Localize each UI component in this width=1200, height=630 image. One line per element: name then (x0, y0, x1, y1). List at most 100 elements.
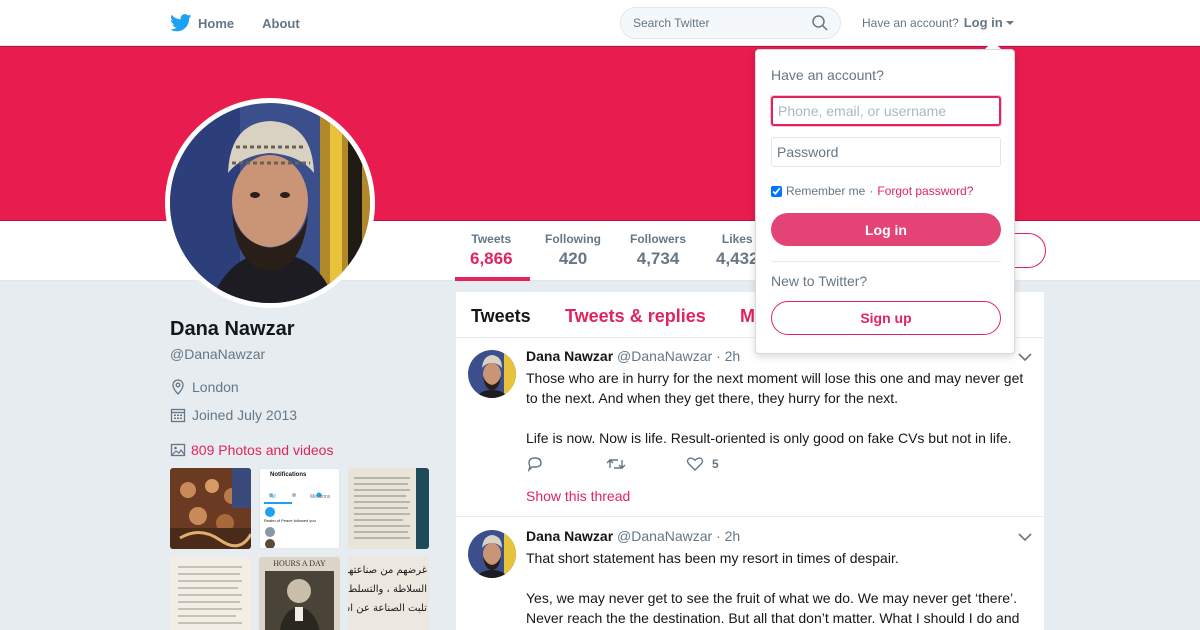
tab-media[interactable]: M (740, 306, 755, 327)
avatar-photo (170, 103, 370, 303)
tab-tweets[interactable]: Tweets (471, 306, 531, 327)
remember-row: Remember me · Forgot password? (771, 184, 973, 198)
retweet-button[interactable] (606, 456, 686, 472)
thumb-avatar (265, 527, 275, 537)
thumb-arabic-text: غرضهم من صناعتهم الشر السلاطة ، والتسلط … (348, 561, 427, 618)
location-pin-icon (172, 379, 184, 395)
login-dropdown: Have an account? Remember me · Forgot pa… (755, 49, 1015, 354)
thumb-arabic-line: تلبت الصناعة عن است (348, 603, 427, 614)
tweet-text: Those who are in hurry for the next mome… (526, 368, 1036, 468)
profile-location: London (170, 379, 239, 395)
stat-tweets[interactable]: Tweets 6,866 (470, 232, 513, 269)
remember-checkbox[interactable] (771, 185, 782, 197)
tweet-paragraph: Those who are in hurry for the next mome… (526, 370, 1024, 406)
tweet-timestamp[interactable]: · 2h (716, 348, 740, 364)
tweet-author-name[interactable]: Dana Nawzar (526, 528, 613, 544)
tweet-author-name[interactable]: Dana Nawzar (526, 348, 613, 364)
photos-count-text: 809 Photos and videos (191, 442, 334, 458)
calendar-icon (170, 408, 186, 423)
login-toggle[interactable]: Log in (964, 15, 1014, 30)
remember-label[interactable]: Remember me (786, 184, 865, 198)
media-thumbnail[interactable] (170, 468, 251, 549)
tweet-text: That short statement has been my resort … (526, 548, 1038, 630)
stat-label: Likes (721, 232, 753, 246)
stat-value: 4,734 (636, 249, 680, 268)
profile-joined: Joined July 2013 (170, 407, 297, 423)
search-icon[interactable] (812, 15, 828, 31)
new-to-twitter-text: New to Twitter? (771, 273, 868, 289)
image-icon (170, 443, 186, 457)
profile-handle[interactable]: @DanaNawzar (170, 346, 265, 362)
media-thumbnail[interactable] (348, 468, 429, 549)
tweet-avatar[interactable] (468, 530, 516, 578)
forgot-password-link[interactable]: Forgot password? (877, 184, 973, 198)
signup-button[interactable]: Sign up (771, 301, 1001, 335)
heart-icon (686, 457, 704, 471)
like-count: 5 (712, 457, 719, 471)
thumb-notifications-icons (266, 485, 336, 498)
thumb-arabic-line: غرضهم من صناعتهم الشر (348, 565, 427, 576)
thumb-tab-all: All (270, 494, 276, 500)
stat-value: 4,432 (716, 249, 759, 268)
tweet-paragraph: Life is now. Now is life. Result-oriente… (526, 430, 1012, 446)
photos-and-videos-link[interactable]: 809 Photos and videos (170, 442, 333, 458)
tweet-timestamp[interactable]: · 2h (716, 528, 740, 544)
nav-about[interactable]: About (262, 16, 300, 31)
have-account-text: Have an account? (862, 15, 959, 30)
chevron-down-icon[interactable] (1018, 532, 1032, 542)
thumb-tab-mentions: Mentions (310, 494, 331, 500)
chevron-down-icon[interactable] (1018, 352, 1032, 362)
thumb-arabic-line: السلاطة ، والتسلط عل (348, 584, 427, 595)
stat-value: 420 (558, 249, 588, 268)
stat-label: Tweets (471, 232, 512, 246)
twitter-bird-icon (170, 14, 192, 32)
stat-label: Following (545, 232, 601, 246)
search-input[interactable] (633, 16, 803, 30)
profile-name: Dana Nawzar (170, 318, 295, 340)
search-box (620, 7, 841, 39)
like-button[interactable]: 5 (686, 456, 766, 472)
nav-links: Home About (170, 0, 328, 46)
retweet-icon (606, 459, 626, 469)
show-thread-link[interactable]: Show this thread (526, 488, 630, 504)
media-thumbnail[interactable]: غرضهم من صناعتهم الشر السلاطة ، والتسلط … (348, 557, 429, 630)
tab-tweets-replies[interactable]: Tweets & replies (565, 306, 706, 327)
thumb-followed-text: Realm of Peace followed you (264, 518, 316, 523)
thumb-follow-badge (265, 507, 275, 517)
stat-value: 6,866 (470, 249, 513, 268)
tweet-header: Dana Nawzar @DanaNawzar · 2h (526, 528, 740, 544)
location-text: London (192, 379, 239, 395)
stat-likes[interactable]: Likes 4,432 (716, 232, 759, 269)
login-button[interactable]: Log in (771, 213, 1001, 246)
nav-home[interactable]: Home (170, 14, 234, 32)
media-thumbnail[interactable] (170, 557, 251, 630)
dropdown-title: Have an account? (771, 67, 884, 83)
separator-dot: · (869, 184, 874, 198)
thumb-tab-indicator (264, 502, 292, 504)
tweet-author-handle[interactable]: @DanaNawzar (617, 528, 712, 544)
stat-following[interactable]: Following 420 (545, 232, 601, 269)
login-toggle-label: Log in (963, 15, 1003, 30)
tweet-actions: 5 (526, 456, 766, 472)
nav-about-label: About (262, 15, 300, 31)
caret-down-icon (1005, 20, 1014, 25)
reply-button[interactable] (526, 456, 606, 472)
tweet-author-handle[interactable]: @DanaNawzar (617, 348, 712, 364)
tweet-avatar[interactable] (468, 350, 516, 398)
active-stat-indicator (455, 277, 530, 281)
reply-icon (527, 457, 542, 472)
stat-followers[interactable]: Followers 4,734 (630, 232, 686, 269)
tweet-item[interactable]: Dana Nawzar @DanaNawzar · 2h That short … (456, 518, 1044, 630)
nav-home-label: Home (198, 15, 235, 31)
thumb-notifications-title: Notifications (270, 472, 307, 478)
profile-avatar[interactable] (165, 98, 375, 308)
password-input[interactable] (771, 137, 1001, 167)
media-thumbnail[interactable]: HOURS A DAY (259, 557, 340, 630)
tweet-paragraph: That short statement has been my resort … (526, 550, 899, 566)
username-input[interactable] (771, 96, 1001, 126)
media-thumbnail[interactable]: Notifications All Mentions Realm of Peac… (259, 468, 340, 549)
account-area: Have an account? Log in (862, 15, 1014, 30)
stat-label: Followers (630, 232, 687, 246)
tweet-item[interactable]: Dana Nawzar @DanaNawzar · 2h Those who a… (456, 338, 1044, 517)
tweet-paragraph: Yes, we may never get to see the fruit o… (526, 590, 1020, 626)
